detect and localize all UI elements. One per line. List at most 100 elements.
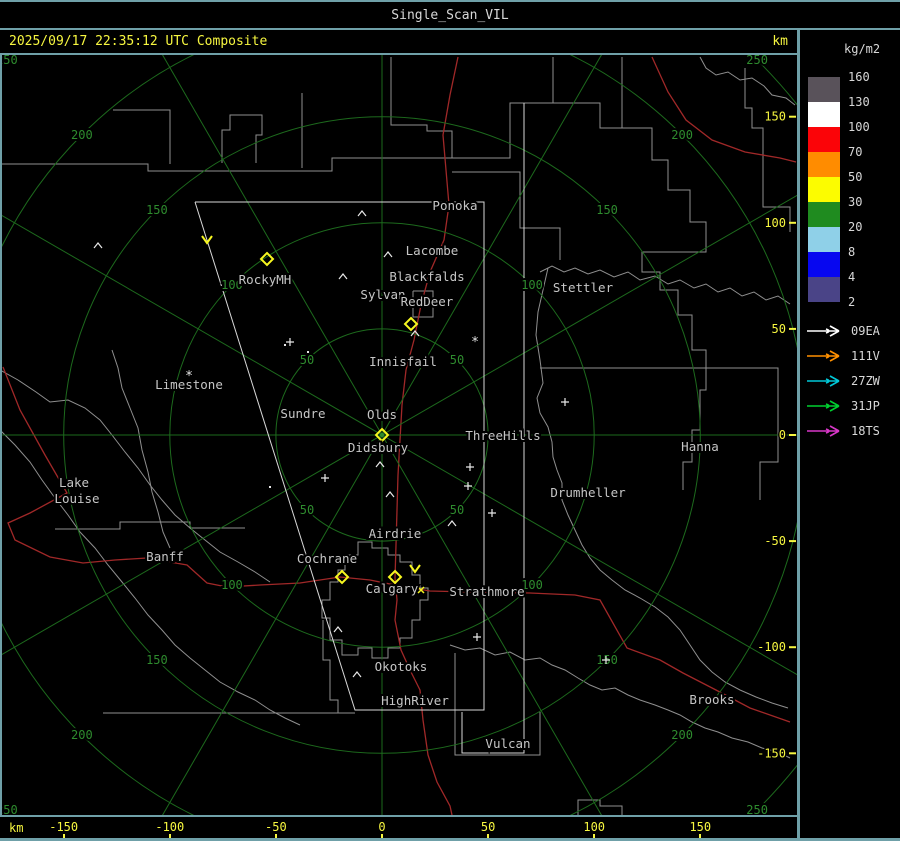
city-label: Vulcan [485,736,530,751]
city-label: RedDeer [401,294,454,309]
city-label: Okotoks [375,659,428,674]
county-boundary-line [553,57,623,129]
city-label: Brooks [689,692,734,707]
colorbar-swatch [808,252,840,277]
town-caret-marker [383,251,393,258]
town-dot-marker [284,344,286,346]
colorbar-scale-value: 8 [848,245,856,259]
county-boundary-line [113,109,171,164]
storm-track-arrow-icon [807,424,840,437]
town-dot-marker [307,351,309,353]
range-ring-label: 250 [746,55,768,67]
city-label: Blackfalds [389,269,464,284]
range-ring-label: 100 [521,278,543,292]
range-ring-label: 200 [671,728,693,742]
city-label: Stettler [553,280,614,295]
colorbar-swatch [808,177,840,202]
city-label: Drumheller [550,485,626,500]
bottom-axis-tick-label: -100 [155,820,185,834]
city-diamond-marker [403,316,419,332]
storm-track-legend-row: 27ZW [806,368,900,393]
town-caret-marker [352,671,362,678]
city-label: ThreeHills [465,428,540,443]
storm-track-arrow-icon [807,349,840,362]
city-label: Olds [367,407,397,422]
city-label: Lacombe [406,243,459,258]
colorbar-scale-value: 50 [848,170,863,184]
bottom-axis-bar: km -150 -100 -50 0 50 100 150 [0,815,797,840]
legend-side-panel: kg/m2 160 130 100 70 50 30 20 8 4 2 09EA 111V 27ZW 3… [797,30,900,838]
city-label: Banff [146,549,184,564]
colorbar-scale-value: 100 [848,120,870,134]
right-axis-tick-label: 150 [764,110,786,124]
county-boundary-line [2,57,453,172]
storm-track-legend-row: 18TS [806,418,900,443]
range-ring-label: 250 [746,803,768,815]
town-caret-marker [385,491,395,498]
city-label: Didsbury [348,440,409,455]
range-ring-label: 250 [2,55,18,67]
range-ring-label: 200 [71,728,93,742]
storm-track-arrow-icon [807,399,840,412]
colorbar-swatch [808,277,840,302]
colorbar-swatch [808,227,840,252]
city-label: Innisfail [369,354,437,369]
colorbar-swatch [808,77,840,102]
city-label: Sundre [280,406,325,421]
colorbar-swatch [808,152,840,177]
range-ring-label: 200 [71,128,93,142]
range-ring-label: 150 [596,203,618,217]
town-caret-marker [333,626,343,633]
storm-track-legend-row: 09EA [806,318,900,343]
city-label: Hanna [681,439,719,454]
town-plus-marker [286,338,294,346]
town-caret-marker [375,461,385,468]
range-ring-label: 50 [450,353,464,367]
colorbar-scale-value: 30 [848,195,863,209]
right-axis-tick-label: 50 [772,322,786,336]
colorbar-swatch [808,202,840,227]
city-label: HighRiver [381,693,449,708]
town-asterisk-marker: * [471,335,479,350]
range-ring-label: 150 [146,203,168,217]
town-plus-marker [488,509,496,517]
county-boundary-line [744,68,791,232]
storm-track-legend: 09EA 111V 27ZW 31JP 18TS [806,318,900,443]
city-label: Ponoka [432,198,477,213]
town-dot-marker [269,486,271,488]
county-boundary-line [540,367,779,500]
county-boundary-line [452,171,561,260]
storm-track-id-label: 18TS [851,423,880,438]
county-boundary-line [452,57,554,159]
storm-track-arrow-icon [807,324,840,337]
colorbar-swatch [808,102,840,127]
city-label: RockyMH [239,272,292,287]
radar-map-viewport[interactable]: 5050505010010010010015015015015020020020… [0,55,797,815]
county-boundary-line [55,521,245,530]
page-title: Single_Scan_VIL [391,7,509,23]
colorbar-scale-value: 2 [848,295,856,309]
bottom-axis-tick-label: 50 [480,820,496,834]
county-boundary-line [2,431,301,726]
radar-map-canvas[interactable]: 5050505010010010010015015015015020020020… [2,55,797,815]
radar-viewer-window: Single_Scan_VIL 2025/09/17 22:35:12 UTC … [0,0,900,841]
storm-track-id-label: 31JP [851,398,880,413]
right-axis-tick-label: -100 [757,640,786,654]
range-ring-label: 100 [221,578,243,592]
bottom-axis-tick-label: -150 [49,820,79,834]
colorbar-scale-value: 4 [848,270,856,284]
town-caret-marker [93,242,103,249]
town-plus-marker [466,463,474,471]
range-ring-label: 50 [300,353,314,367]
radar-site-dot [380,433,384,437]
city-label: Airdrie [369,526,422,541]
colorbar-unit-label: kg/m2 [844,42,881,56]
city-label: Limestone [155,377,223,392]
bottom-axis-tick-label: 0 [378,820,386,834]
county-boundary-line [622,127,707,490]
range-ring-label: 50 [300,503,314,517]
town-caret-marker [357,210,367,217]
bottom-axis-unit-label: km [9,821,24,835]
colorbar-swatches [808,77,840,302]
storm-track-id-label: 111V [851,348,880,363]
